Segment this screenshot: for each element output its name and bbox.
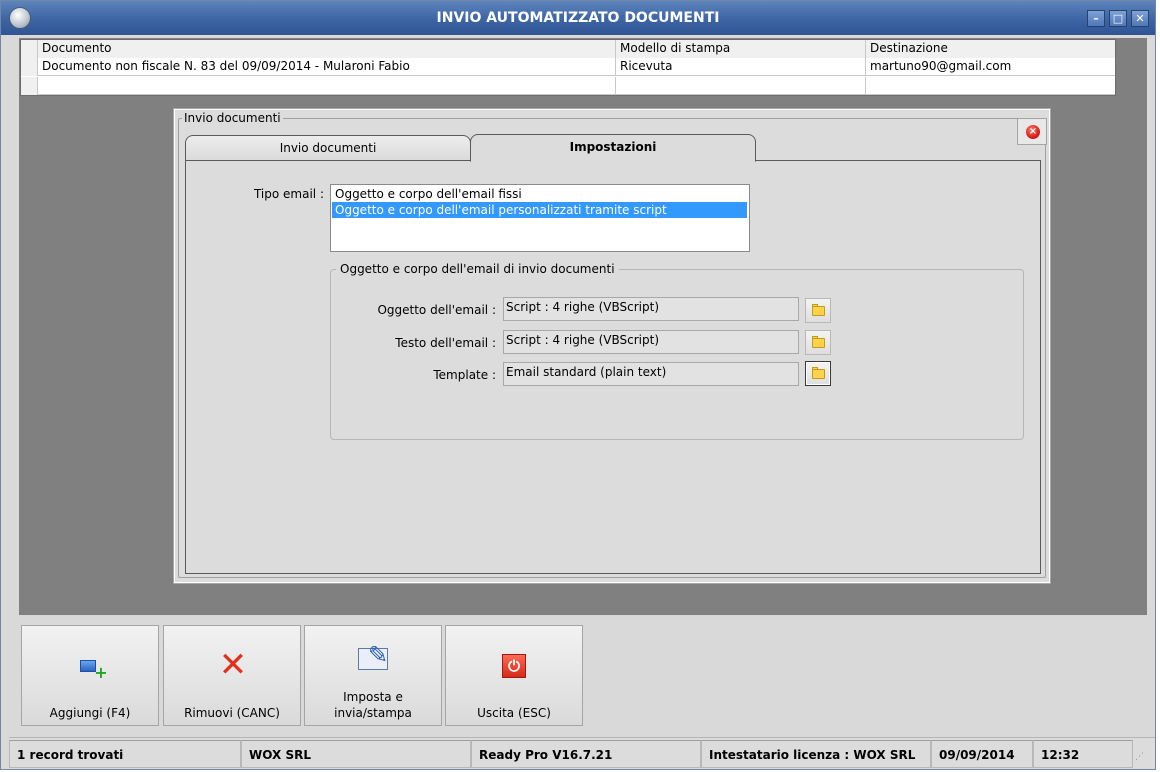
tab-invio-documenti[interactable]: Invio documenti xyxy=(185,135,471,161)
aggiungi-button[interactable]: + Aggiungi (F4) xyxy=(21,625,159,726)
cell-destinazione[interactable] xyxy=(866,77,1115,95)
maximize-button[interactable]: □ xyxy=(1109,10,1127,27)
cell-destinazione[interactable]: martuno90@gmail.com xyxy=(866,58,1115,76)
folder-icon xyxy=(812,338,825,348)
status-version: Ready Pro V16.7.21 xyxy=(471,740,701,768)
invio-documenti-dialog: Invio documenti × Invio documenti Impost… xyxy=(173,108,1051,584)
power-icon: ⏻ xyxy=(502,654,526,678)
status-date: 09/09/2014 xyxy=(931,740,1033,768)
template-field[interactable]: Email standard (plain text) xyxy=(503,362,799,386)
aggiungi-label: Aggiungi (F4) xyxy=(49,706,131,720)
table-row[interactable]: Documento non fiscale N. 83 del 09/09/20… xyxy=(21,58,1115,76)
testo-email-browse-button[interactable] xyxy=(805,330,831,355)
status-time: 12:32 xyxy=(1033,740,1133,768)
imposta-invia-label: Imposta e invia/stampa xyxy=(334,690,412,720)
testo-email-field[interactable]: Script : 4 righe (VBScript) xyxy=(503,330,799,354)
oggetto-corpo-fieldset xyxy=(330,269,1024,440)
template-browse-button[interactable] xyxy=(805,361,831,386)
tipo-email-listbox[interactable]: Oggetto e corpo dell'email fissi Oggetto… xyxy=(330,184,750,252)
dialog-group-title: Invio documenti xyxy=(182,110,283,126)
red-x-icon: ✕ xyxy=(218,645,248,685)
cell-documento[interactable]: Documento non fiscale N. 83 del 09/09/20… xyxy=(38,58,616,76)
fieldset-title: Oggetto e corpo dell'email di invio docu… xyxy=(336,261,619,277)
table-row[interactable] xyxy=(21,77,1115,95)
plus-icon: + xyxy=(94,663,108,682)
status-company: WOX SRL xyxy=(241,740,471,768)
close-icon: × xyxy=(1026,125,1040,139)
minimize-button[interactable]: – xyxy=(1087,10,1105,27)
oggetto-email-browse-button[interactable] xyxy=(805,298,831,323)
testo-email-label: Testo dell'email : xyxy=(395,336,496,350)
dialog-close-button[interactable]: × xyxy=(1017,118,1047,145)
folder-icon xyxy=(812,306,825,316)
imposta-invia-button[interactable]: ✎ Imposta e invia/stampa xyxy=(304,625,442,726)
close-window-button[interactable]: ✕ xyxy=(1131,10,1149,27)
cell-modello[interactable]: Ricevuta xyxy=(616,58,866,76)
grid-header: Documento Modello di stampa Destinazione xyxy=(21,40,1115,58)
pen-icon: ✎ xyxy=(367,641,389,669)
impostazioni-panel: Tipo email : Oggetto e corpo dell'email … xyxy=(185,160,1041,574)
status-records: 1 record trovati xyxy=(9,740,241,768)
list-item[interactable]: Oggetto e corpo dell'email fissi xyxy=(332,186,747,202)
title-bar[interactable]: INVIO AUTOMATIZZATO DOCUMENTI – □ ✕ xyxy=(1,1,1155,35)
tipo-email-label: Tipo email : xyxy=(253,187,324,201)
cell-modello[interactable] xyxy=(616,77,866,95)
status-license: Intestatario licenza : WOX SRL xyxy=(701,740,931,768)
column-header-destinazione[interactable]: Destinazione xyxy=(866,40,1115,58)
documents-grid[interactable]: Documento Modello di stampa Destinazione… xyxy=(20,39,1116,96)
cell-documento[interactable] xyxy=(38,77,616,95)
rimuovi-button[interactable]: ✕ Rimuovi (CANC) xyxy=(163,625,301,726)
oggetto-email-field[interactable]: Script : 4 righe (VBScript) xyxy=(503,297,799,321)
uscita-button[interactable]: ⏻ Uscita (ESC) xyxy=(445,625,583,726)
oggetto-email-label: Oggetto dell'email : xyxy=(377,303,496,317)
uscita-label: Uscita (ESC) xyxy=(477,706,551,720)
tab-impostazioni[interactable]: Impostazioni xyxy=(470,134,756,162)
status-bar: 1 record trovati WOX SRL Ready Pro V16.7… xyxy=(9,737,1155,769)
list-item-selected[interactable]: Oggetto e corpo dell'email personalizzat… xyxy=(332,202,747,218)
main-window: INVIO AUTOMATIZZATO DOCUMENTI – □ ✕ Docu… xyxy=(0,0,1156,770)
template-label: Template : xyxy=(433,368,496,382)
row-selector[interactable] xyxy=(21,58,38,76)
column-header-modello[interactable]: Modello di stampa xyxy=(616,40,866,58)
folder-icon xyxy=(812,369,825,379)
row-header-corner xyxy=(21,40,38,58)
rimuovi-label: Rimuovi (CANC) xyxy=(184,706,280,720)
column-header-documento[interactable]: Documento xyxy=(38,40,616,58)
window-title: INVIO AUTOMATIZZATO DOCUMENTI xyxy=(436,10,720,26)
row-selector[interactable] xyxy=(21,77,38,95)
resize-grip-icon[interactable]: ⋰ xyxy=(1135,752,1149,766)
